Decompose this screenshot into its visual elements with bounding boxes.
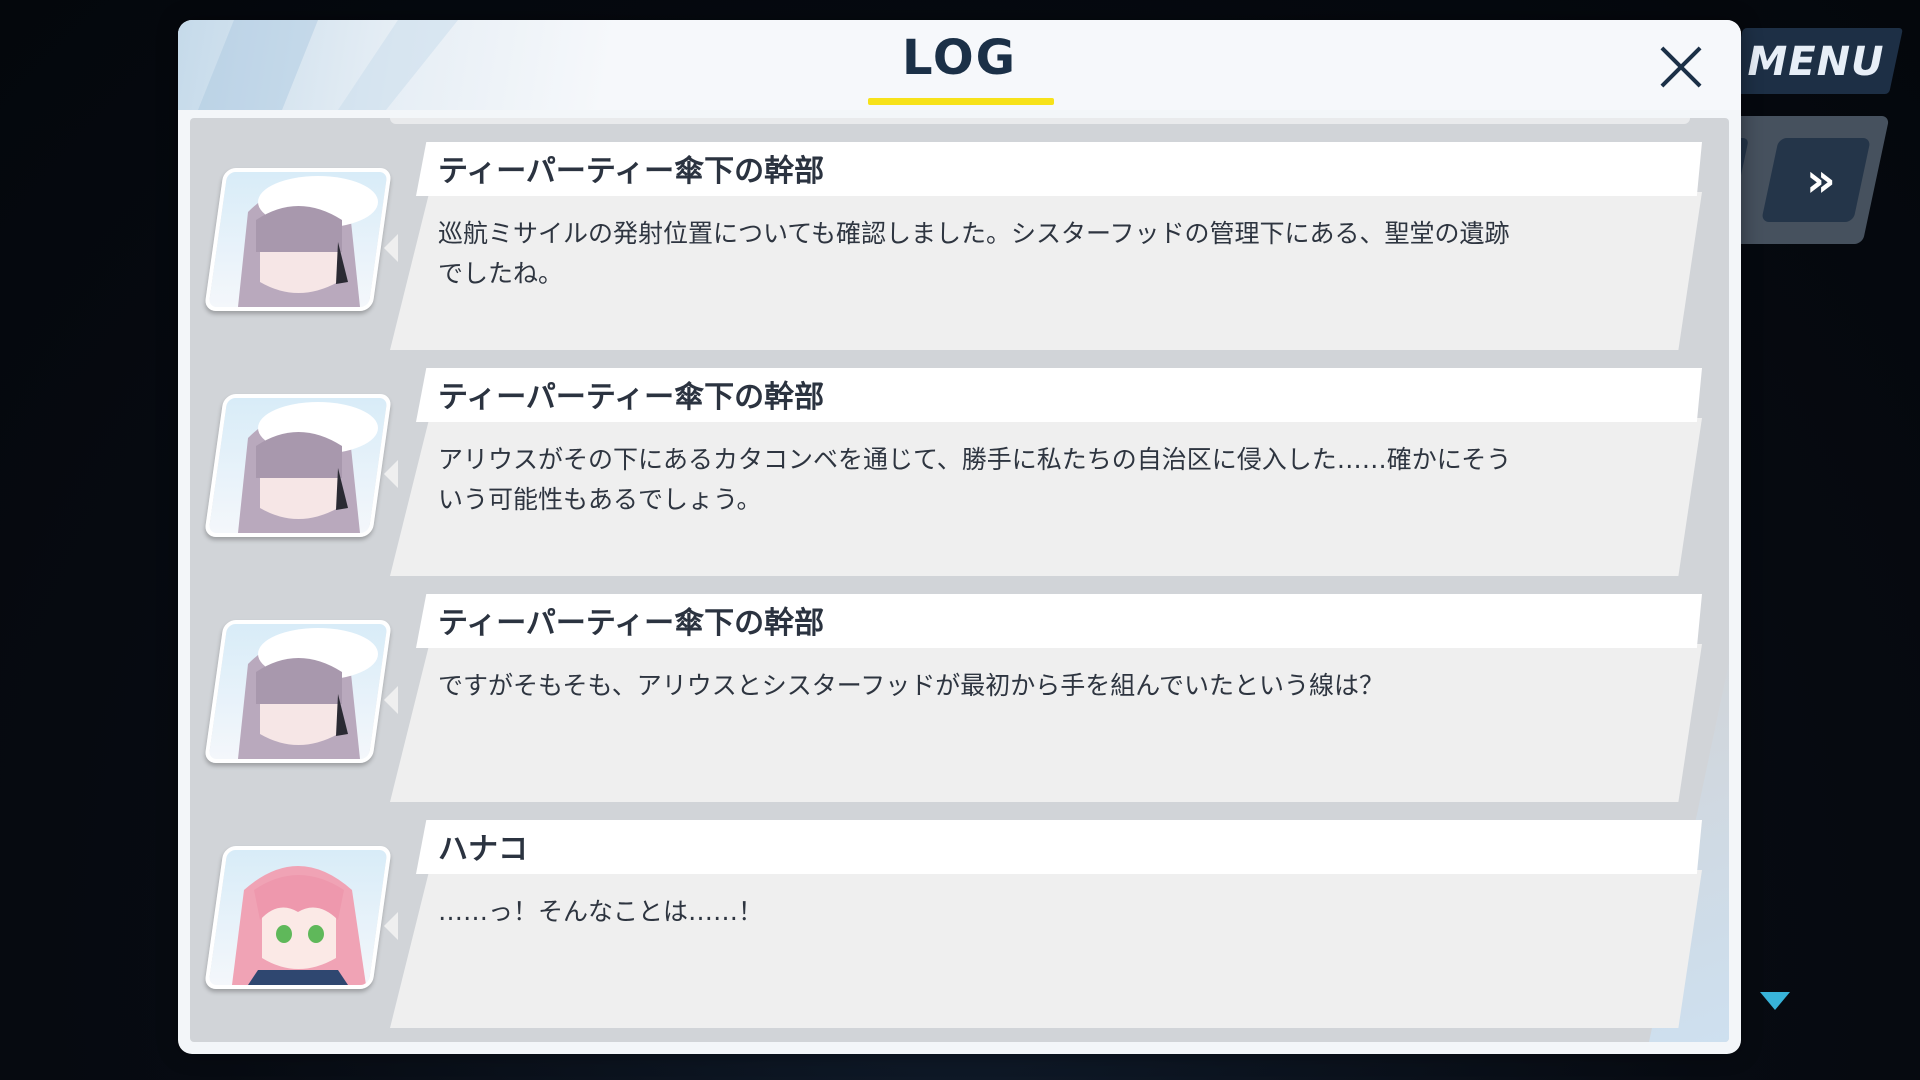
dialogue-text: 巡航ミサイルの発射位置についても確認しました。シスターフッドの管理下にある、聖堂…: [438, 219, 1510, 288]
previous-entry-edge: [390, 118, 1690, 124]
log-entry: ティーパーティー傘下の幹部 アリウスがその下にあるカタコンベを通じて、勝手に私た…: [190, 368, 1729, 576]
close-icon[interactable]: [1646, 32, 1716, 102]
dialogue-text: ですがそもそも、アリウスとシスターフッドが最初から手を組んでいたという線は？: [438, 671, 1385, 700]
speaker-tag: [416, 820, 1702, 874]
portrait-lavender-hair-icon: [203, 394, 393, 537]
portrait-lavender-hair-icon: [203, 620, 393, 763]
bubble-pointer: [384, 686, 398, 714]
bubble-pointer: [384, 912, 398, 940]
speaker-name: ティーパーティー傘下の幹部: [438, 606, 825, 641]
bubble-pointer: [384, 234, 398, 262]
scroll-down-indicator-icon: [1760, 992, 1790, 1010]
dialogue-text: ……っ！そんなことは……！: [438, 897, 764, 926]
menu-button[interactable]: MENU: [1746, 34, 1886, 90]
log-entry: ハナコ ……っ！そんなことは……！: [190, 820, 1729, 1028]
log-scroll-area[interactable]: ティーパーティー傘下の幹部 巡航ミサイルの発射位置についても確認しました。シスタ…: [190, 118, 1729, 1042]
skip-button[interactable]: »: [1761, 138, 1871, 222]
log-panel: LOG ティーパーティー傘下の幹部 巡航ミサイルの発射位置についても確認しました…: [178, 20, 1741, 1054]
fast-forward-icon: »: [1806, 153, 1826, 207]
log-entry: ティーパーティー傘下の幹部 巡航ミサイルの発射位置についても確認しました。シスタ…: [190, 142, 1729, 350]
title-underline: [868, 98, 1054, 105]
bubble-pointer: [384, 460, 398, 488]
log-entry: ティーパーティー傘下の幹部 ですがそもそも、アリウスとシスターフッドが最初から手…: [190, 594, 1729, 802]
speaker-name: ティーパーティー傘下の幹部: [438, 380, 825, 415]
log-title: LOG: [901, 30, 1018, 86]
portrait-lavender-hair-icon: [203, 168, 393, 311]
dialogue-text: アリウスがその下にあるカタコンベを通じて、勝手に私たちの自治区に侵入した……確か…: [438, 445, 1512, 514]
log-header: LOG: [178, 20, 1741, 110]
portrait-pink-hair-icon: [203, 846, 393, 989]
speaker-name: ハナコ: [438, 832, 528, 867]
speaker-name: ティーパーティー傘下の幹部: [438, 154, 825, 189]
